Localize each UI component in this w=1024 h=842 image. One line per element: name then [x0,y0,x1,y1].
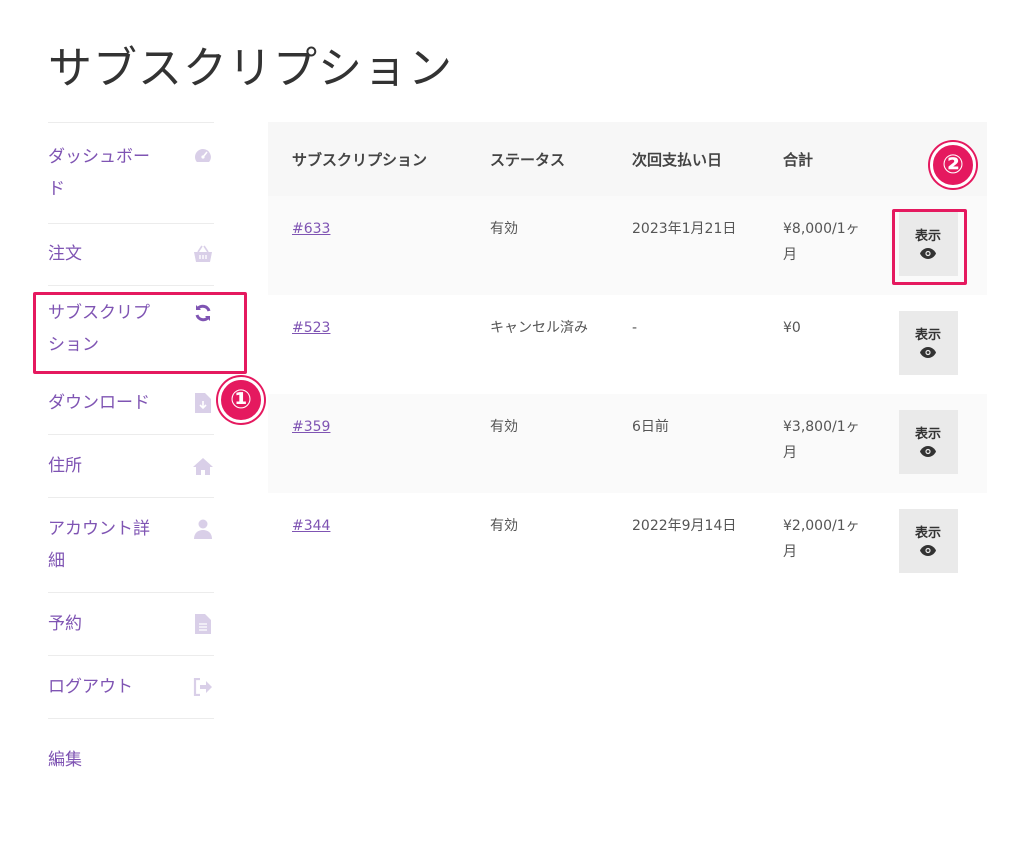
next-payment-cell: 2022年9月14日 [632,518,737,534]
annotation-badge-1: ① [218,377,264,423]
sidebar-item-orders[interactable]: 注文 [48,223,214,285]
user-icon [192,518,214,540]
eye-icon [920,446,936,461]
dashboard-icon [192,145,214,167]
status-cell: 有効 [490,419,518,435]
column-header-next-payment: 次回支払い日 [632,150,723,169]
subscriptions-table: サブスクリプション ステータス 次回支払い日 合計 #633 有効 2023年1… [268,122,987,592]
view-button-label: 表示 [914,427,941,442]
sidebar-item-label: 予約 [48,614,82,634]
sidebar-item-label: ログアウト [48,677,133,697]
total-cell: ¥0 [783,320,801,336]
subscription-link[interactable]: #633 [292,221,330,237]
sidebar-item-label: 住所 [48,456,82,476]
total-cell: ¥3,800/1ヶ月 [783,419,860,461]
file-download-icon [192,392,214,414]
table-row: #523 キャンセル済み - ¥0 表示 [268,295,987,394]
next-payment-cell: - [632,320,638,336]
highlight-subscriptions-nav [33,292,247,374]
total-cell: ¥2,000/1ヶ月 [783,518,860,560]
basket-icon [192,243,214,265]
sidebar-item-label: アカウント詳細 [48,519,150,571]
status-cell: 有効 [490,518,518,534]
document-icon [192,613,214,635]
account-navigation: ダッシュボード 注文 サブスクリプション ダウンロード 住所 アカウント詳細 予… [48,122,214,776]
view-button[interactable]: 表示 [898,410,958,474]
total-cell: ¥8,000/1ヶ月 [783,221,860,263]
table-row: #633 有効 2023年1月21日 ¥8,000/1ヶ月 表示 [268,196,987,295]
subscription-link[interactable]: #359 [292,419,330,435]
sidebar-item-label: ダッシュボード [48,147,150,199]
view-button[interactable]: 表示 [898,311,958,375]
view-button-label: 表示 [914,526,941,541]
eye-icon [920,347,936,362]
view-button-label: 表示 [914,328,941,343]
table-row: #359 有効 6日前 ¥3,800/1ヶ月 表示 [268,394,987,493]
home-icon [192,455,214,477]
sidebar-item-logout[interactable]: ログアウト [48,655,214,718]
column-header-total: 合計 [783,150,814,169]
sidebar-item-dashboard[interactable]: ダッシュボード [48,122,214,223]
page-title: サブスクリプション [48,43,453,94]
view-button[interactable]: 表示 [898,509,958,573]
sidebar-item-label: ダウンロード [48,393,150,413]
next-payment-cell: 6日前 [632,419,669,435]
status-cell: 有効 [490,221,518,237]
subscription-link[interactable]: #523 [292,320,330,336]
eye-icon [920,545,936,560]
sidebar-item-downloads[interactable]: ダウンロード [48,372,214,434]
sidebar-item-label: 編集 [48,750,82,770]
sidebar-item-label: 注文 [48,244,82,264]
column-header-status: ステータス [490,150,566,169]
sidebar-item-bookings[interactable]: 予約 [48,592,214,655]
column-header-subscription: サブスクリプション [292,150,428,169]
subscription-link[interactable]: #344 [292,518,330,534]
sidebar-item-account-details[interactable]: アカウント詳細 [48,497,214,592]
annotation-badge-2: ② [930,142,976,188]
sidebar-item-edit[interactable]: 編集 [48,718,214,776]
status-cell: キャンセル済み [490,320,588,336]
logout-icon [192,676,214,698]
highlight-view-button [892,209,967,285]
table-row: #344 有効 2022年9月14日 ¥2,000/1ヶ月 表示 [268,493,987,592]
sidebar-item-addresses[interactable]: 住所 [48,434,214,497]
next-payment-cell: 2023年1月21日 [632,221,737,237]
table-header-row: サブスクリプション ステータス 次回支払い日 合計 [268,122,987,196]
